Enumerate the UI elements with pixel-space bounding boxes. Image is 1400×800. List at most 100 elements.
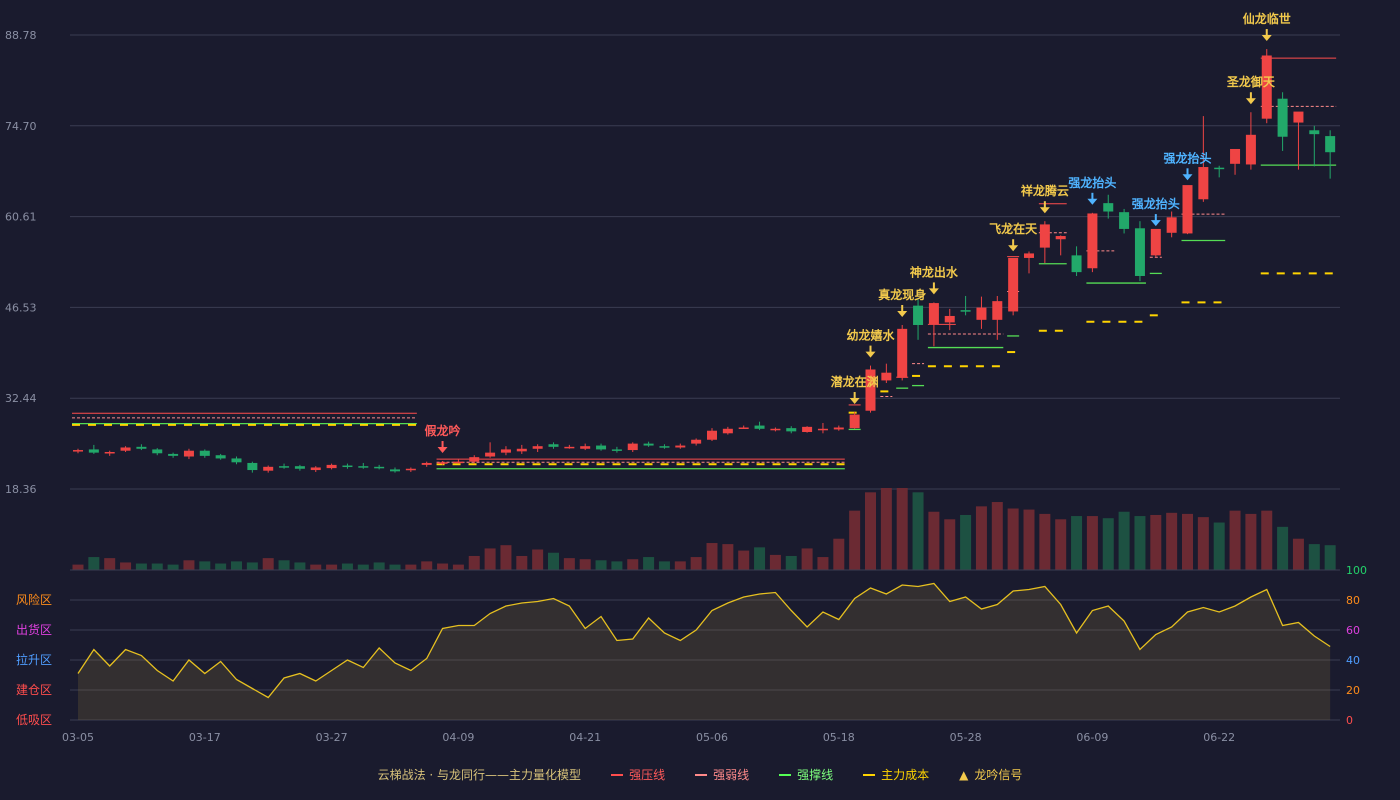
candle-body	[1325, 136, 1336, 153]
volume-bar	[1134, 516, 1146, 570]
date-tick-label: 06-22	[1203, 731, 1235, 744]
legend-item-strength[interactable]: 强弱线	[695, 766, 749, 783]
volume-bar	[1229, 510, 1241, 570]
volume-bar	[674, 561, 686, 570]
volume-bar	[563, 558, 575, 570]
date-tick-label: 06-09	[1076, 731, 1108, 744]
candle-body	[881, 372, 892, 381]
volume-bar	[1182, 513, 1193, 570]
volume-bar	[1023, 509, 1035, 570]
legend-item-resistance[interactable]: 强压线	[611, 766, 665, 783]
legend-item-cost[interactable]: 主力成本	[863, 766, 929, 783]
candle-body	[580, 446, 591, 449]
volume-bar	[183, 560, 195, 570]
candle-body	[231, 458, 242, 463]
candle-body	[469, 457, 480, 462]
volume-bar	[215, 563, 227, 570]
volume-bar	[579, 559, 591, 570]
volume-bar	[1102, 518, 1114, 570]
volume-bar	[88, 557, 100, 570]
candle-body	[485, 452, 496, 457]
osc-area	[78, 583, 1331, 720]
candle-body	[675, 445, 686, 448]
volume-bar	[1197, 517, 1209, 570]
volume-bar	[595, 560, 607, 570]
date-tick-label: 05-06	[696, 731, 728, 744]
volume-bar	[1055, 519, 1067, 570]
osc-tick-label: 40	[1346, 654, 1360, 667]
volume-bar	[421, 561, 433, 570]
candle-body	[1230, 148, 1241, 164]
date-tick-label: 03-05	[62, 731, 94, 744]
candle-body	[1245, 134, 1256, 165]
volume-bar	[452, 564, 464, 570]
candle-body	[1277, 98, 1288, 137]
signal-arrow-icon	[437, 447, 448, 454]
signal-arrow-icon	[1245, 98, 1256, 105]
legend-item-signal[interactable]: ▲ 龙吟信号	[959, 766, 1022, 783]
volume-bar	[357, 564, 369, 570]
candle-body	[263, 466, 274, 471]
date-tick-label: 04-21	[569, 731, 601, 744]
signal-arrow-icon	[928, 288, 939, 295]
volume-bar	[516, 555, 528, 570]
volume-bars	[72, 488, 1336, 570]
signal-arrow-icon	[1150, 220, 1161, 227]
volume-bar	[611, 561, 623, 570]
volume-bar	[738, 550, 750, 570]
candle-body	[564, 446, 575, 449]
candle-body	[722, 428, 733, 434]
signal-markers: 假龙吟潜龙在渊幼龙嬉水真龙现身神龙出水飞龙在天祥龙腾云强龙抬头强龙抬头强龙抬头圣…	[425, 11, 1291, 454]
legend-item-support[interactable]: 强撑线	[779, 766, 833, 783]
signal-label: 假龙吟	[425, 423, 461, 438]
candle-body	[168, 453, 179, 456]
candle-body	[913, 305, 924, 325]
osc-zone-label: 风险区	[16, 592, 52, 607]
candle-body	[500, 449, 511, 453]
volume-bar	[151, 563, 163, 570]
candle-body	[976, 307, 987, 320]
volume-bar	[1166, 512, 1178, 570]
volume-bar	[722, 544, 734, 570]
signal-label: 强龙抬头	[1163, 150, 1211, 165]
volume-bar	[1308, 544, 1320, 570]
candle-body	[1087, 213, 1098, 269]
volume-bar	[865, 492, 876, 570]
candle-body	[817, 428, 828, 431]
level-lines	[72, 57, 1337, 470]
date-tick-label: 03-17	[189, 731, 221, 744]
candle-body	[199, 450, 210, 456]
volume-bar	[817, 557, 829, 570]
signal-arrow-icon	[1008, 245, 1019, 252]
candle-body	[1055, 236, 1066, 240]
candle-body	[374, 466, 385, 469]
candle-body	[104, 451, 115, 454]
osc-zone-label: 拉升区	[16, 652, 52, 667]
volume-bar	[1245, 513, 1257, 570]
candle-body	[548, 444, 559, 447]
volume-bar	[1292, 538, 1304, 570]
volume-bar	[231, 561, 242, 570]
price-tick-label: 88.78	[5, 29, 37, 42]
volume-bar	[833, 538, 845, 570]
signal-label: 神龙出水	[910, 264, 959, 279]
candle-body	[1166, 217, 1177, 233]
osc-tick-label: 80	[1346, 594, 1360, 607]
date-axis: 03-05 03-17 03-27 04-09 04-21 05-06 05-18 05-28…	[62, 731, 1235, 744]
volume-bar	[1261, 510, 1273, 570]
candle-body	[754, 425, 765, 429]
candle-body	[342, 465, 353, 468]
chart-canvas: 88.78 74.70 60.61 46.53 32.44 18.36 假龙吟 潜龙在渊 幼龙…	[5, 11, 1367, 744]
candle-body	[897, 328, 908, 378]
price-tick-label: 32.44	[5, 392, 37, 405]
osc-tick-label: 0	[1346, 714, 1353, 727]
candlesticks	[73, 49, 1336, 473]
candle-body	[611, 449, 622, 451]
volume-bar	[120, 562, 132, 570]
signal-arrow-icon	[897, 310, 908, 317]
volume-bar	[991, 502, 1003, 570]
candle-body	[453, 461, 464, 464]
signal-label: 幼龙嬉水	[846, 328, 895, 343]
signal-arrow-icon	[1261, 35, 1272, 42]
candle-body	[1198, 167, 1209, 200]
